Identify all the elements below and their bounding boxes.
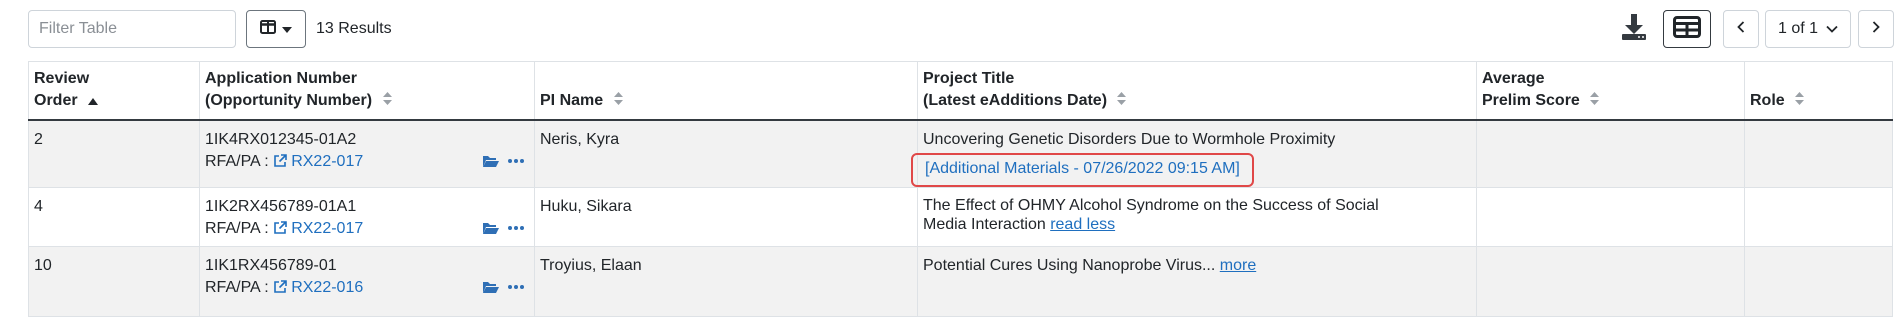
folder-open-icon[interactable] bbox=[482, 154, 500, 168]
header-role[interactable]: Role bbox=[1744, 61, 1893, 121]
project-title: Uncovering Genetic Disorders Due to Worm… bbox=[923, 130, 1336, 148]
cell-application-number: 1IK2RX456789-01A1 RFA/PA : RX22-017 bbox=[199, 187, 535, 246]
table-row: 2 1IK4RX012345-01A2 RFA/PA : RX22-017 Ne… bbox=[28, 119, 1893, 187]
more-options-icon[interactable] bbox=[508, 225, 524, 230]
rfa-label: RFA/PA : bbox=[205, 278, 269, 296]
cell-review-order: 2 bbox=[28, 119, 200, 187]
applications-table: Review Order Application Number (Opportu… bbox=[28, 61, 1893, 317]
sort-icon bbox=[382, 90, 392, 112]
cell-review-order: 10 bbox=[28, 246, 200, 316]
more-link[interactable]: more bbox=[1220, 257, 1256, 274]
sort-icon bbox=[1117, 90, 1127, 112]
cell-application-number: 1IK1RX456789-01 RFA/PA : RX22-016 bbox=[199, 246, 535, 316]
header-review-order[interactable]: Review Order bbox=[28, 61, 200, 121]
table-row: 10 1IK1RX456789-01 RFA/PA : RX22-016 Tro… bbox=[28, 246, 1893, 316]
rfa-number: RX22-016 bbox=[291, 278, 364, 296]
cell-pi-name: Neris, Kyra bbox=[534, 119, 918, 187]
highlight-box: [Additional Materials - 07/26/2022 09:15… bbox=[911, 152, 1254, 187]
cell-review-order: 4 bbox=[28, 187, 200, 246]
folder-open-icon[interactable] bbox=[482, 221, 500, 235]
caret-down-icon bbox=[282, 20, 292, 38]
project-title: Potential Cures Using Nanoprobe Virus... bbox=[923, 256, 1216, 274]
application-number: 1IK2RX456789-01A1 bbox=[205, 197, 357, 215]
download-button[interactable] bbox=[1617, 12, 1651, 46]
header-project-title[interactable]: Project Title (Latest eAdditions Date) bbox=[917, 61, 1477, 121]
table-toolbar: 13 Results 1 of 1 bbox=[0, 0, 1900, 58]
project-title-line: Media Interaction bbox=[923, 215, 1046, 233]
chevron-down-icon bbox=[1826, 20, 1838, 38]
columns-icon bbox=[260, 19, 276, 39]
cell-project-title: Potential Cures Using Nanoprobe Virus...… bbox=[917, 246, 1477, 316]
chevron-right-icon bbox=[1872, 20, 1880, 38]
header-application-number[interactable]: Application Number (Opportunity Number) bbox=[199, 61, 535, 121]
cell-average-prelim-score bbox=[1476, 246, 1745, 316]
rfa-number: RX22-017 bbox=[291, 219, 364, 237]
rfa-label: RFA/PA : bbox=[205, 152, 269, 170]
cell-average-prelim-score bbox=[1476, 187, 1745, 246]
download-icon bbox=[1619, 12, 1649, 47]
table-header-row: Review Order Application Number (Opportu… bbox=[28, 61, 1893, 121]
table-view-button[interactable] bbox=[1663, 10, 1711, 48]
rfa-link[interactable]: RX22-017 bbox=[273, 153, 363, 170]
header-pi-name[interactable]: PI Name bbox=[534, 61, 918, 121]
additional-materials-link[interactable]: [Additional Materials - 07/26/2022 09:15… bbox=[925, 160, 1240, 177]
table-row: 4 1IK2RX456789-01A1 RFA/PA : RX22-017 Hu… bbox=[28, 187, 1893, 246]
cell-role bbox=[1744, 246, 1893, 316]
page-select-value: 1 of 1 bbox=[1777, 20, 1819, 37]
cell-pi-name: Troyius, Elaan bbox=[534, 246, 918, 316]
column-toggle-button[interactable] bbox=[246, 10, 306, 48]
results-count: 13 Results bbox=[316, 20, 392, 37]
rfa-link[interactable]: RX22-017 bbox=[273, 220, 363, 237]
more-options-icon[interactable] bbox=[508, 284, 524, 289]
cell-project-title: Uncovering Genetic Disorders Due to Worm… bbox=[911, 119, 1477, 187]
cell-average-prelim-score bbox=[1476, 119, 1745, 187]
chevron-left-icon bbox=[1737, 20, 1745, 38]
cell-role bbox=[1744, 119, 1893, 187]
external-link-icon bbox=[273, 279, 287, 294]
sort-icon bbox=[613, 90, 623, 112]
table-grid-icon bbox=[1673, 15, 1701, 43]
project-title-line: The Effect of OHMY Alcohol Syndrome on t… bbox=[923, 196, 1379, 214]
next-page-button[interactable] bbox=[1858, 10, 1894, 48]
external-link-icon bbox=[273, 153, 287, 168]
sort-ascending-icon bbox=[88, 90, 99, 112]
previous-page-button[interactable] bbox=[1723, 10, 1759, 48]
read-less-link[interactable]: read less bbox=[1050, 216, 1115, 233]
cell-application-number: 1IK4RX012345-01A2 RFA/PA : RX22-017 bbox=[199, 119, 535, 187]
rfa-label: RFA/PA : bbox=[205, 219, 269, 237]
sort-icon bbox=[1590, 90, 1600, 112]
filter-table-input[interactable] bbox=[28, 10, 236, 48]
page-select[interactable]: 1 of 1 bbox=[1765, 10, 1851, 48]
rfa-link[interactable]: RX22-016 bbox=[273, 279, 363, 296]
sort-icon bbox=[1795, 90, 1805, 112]
application-number: 1IK1RX456789-01 bbox=[205, 256, 337, 274]
header-average-prelim-score[interactable]: Average Prelim Score bbox=[1476, 61, 1745, 121]
more-options-icon[interactable] bbox=[508, 158, 524, 163]
cell-project-title: The Effect of OHMY Alcohol Syndrome on t… bbox=[917, 187, 1477, 246]
application-number: 1IK4RX012345-01A2 bbox=[205, 130, 357, 148]
cell-role bbox=[1744, 187, 1893, 246]
cell-pi-name: Huku, Sikara bbox=[534, 187, 918, 246]
rfa-number: RX22-017 bbox=[291, 152, 364, 170]
external-link-icon bbox=[273, 220, 287, 235]
folder-open-icon[interactable] bbox=[482, 280, 500, 294]
